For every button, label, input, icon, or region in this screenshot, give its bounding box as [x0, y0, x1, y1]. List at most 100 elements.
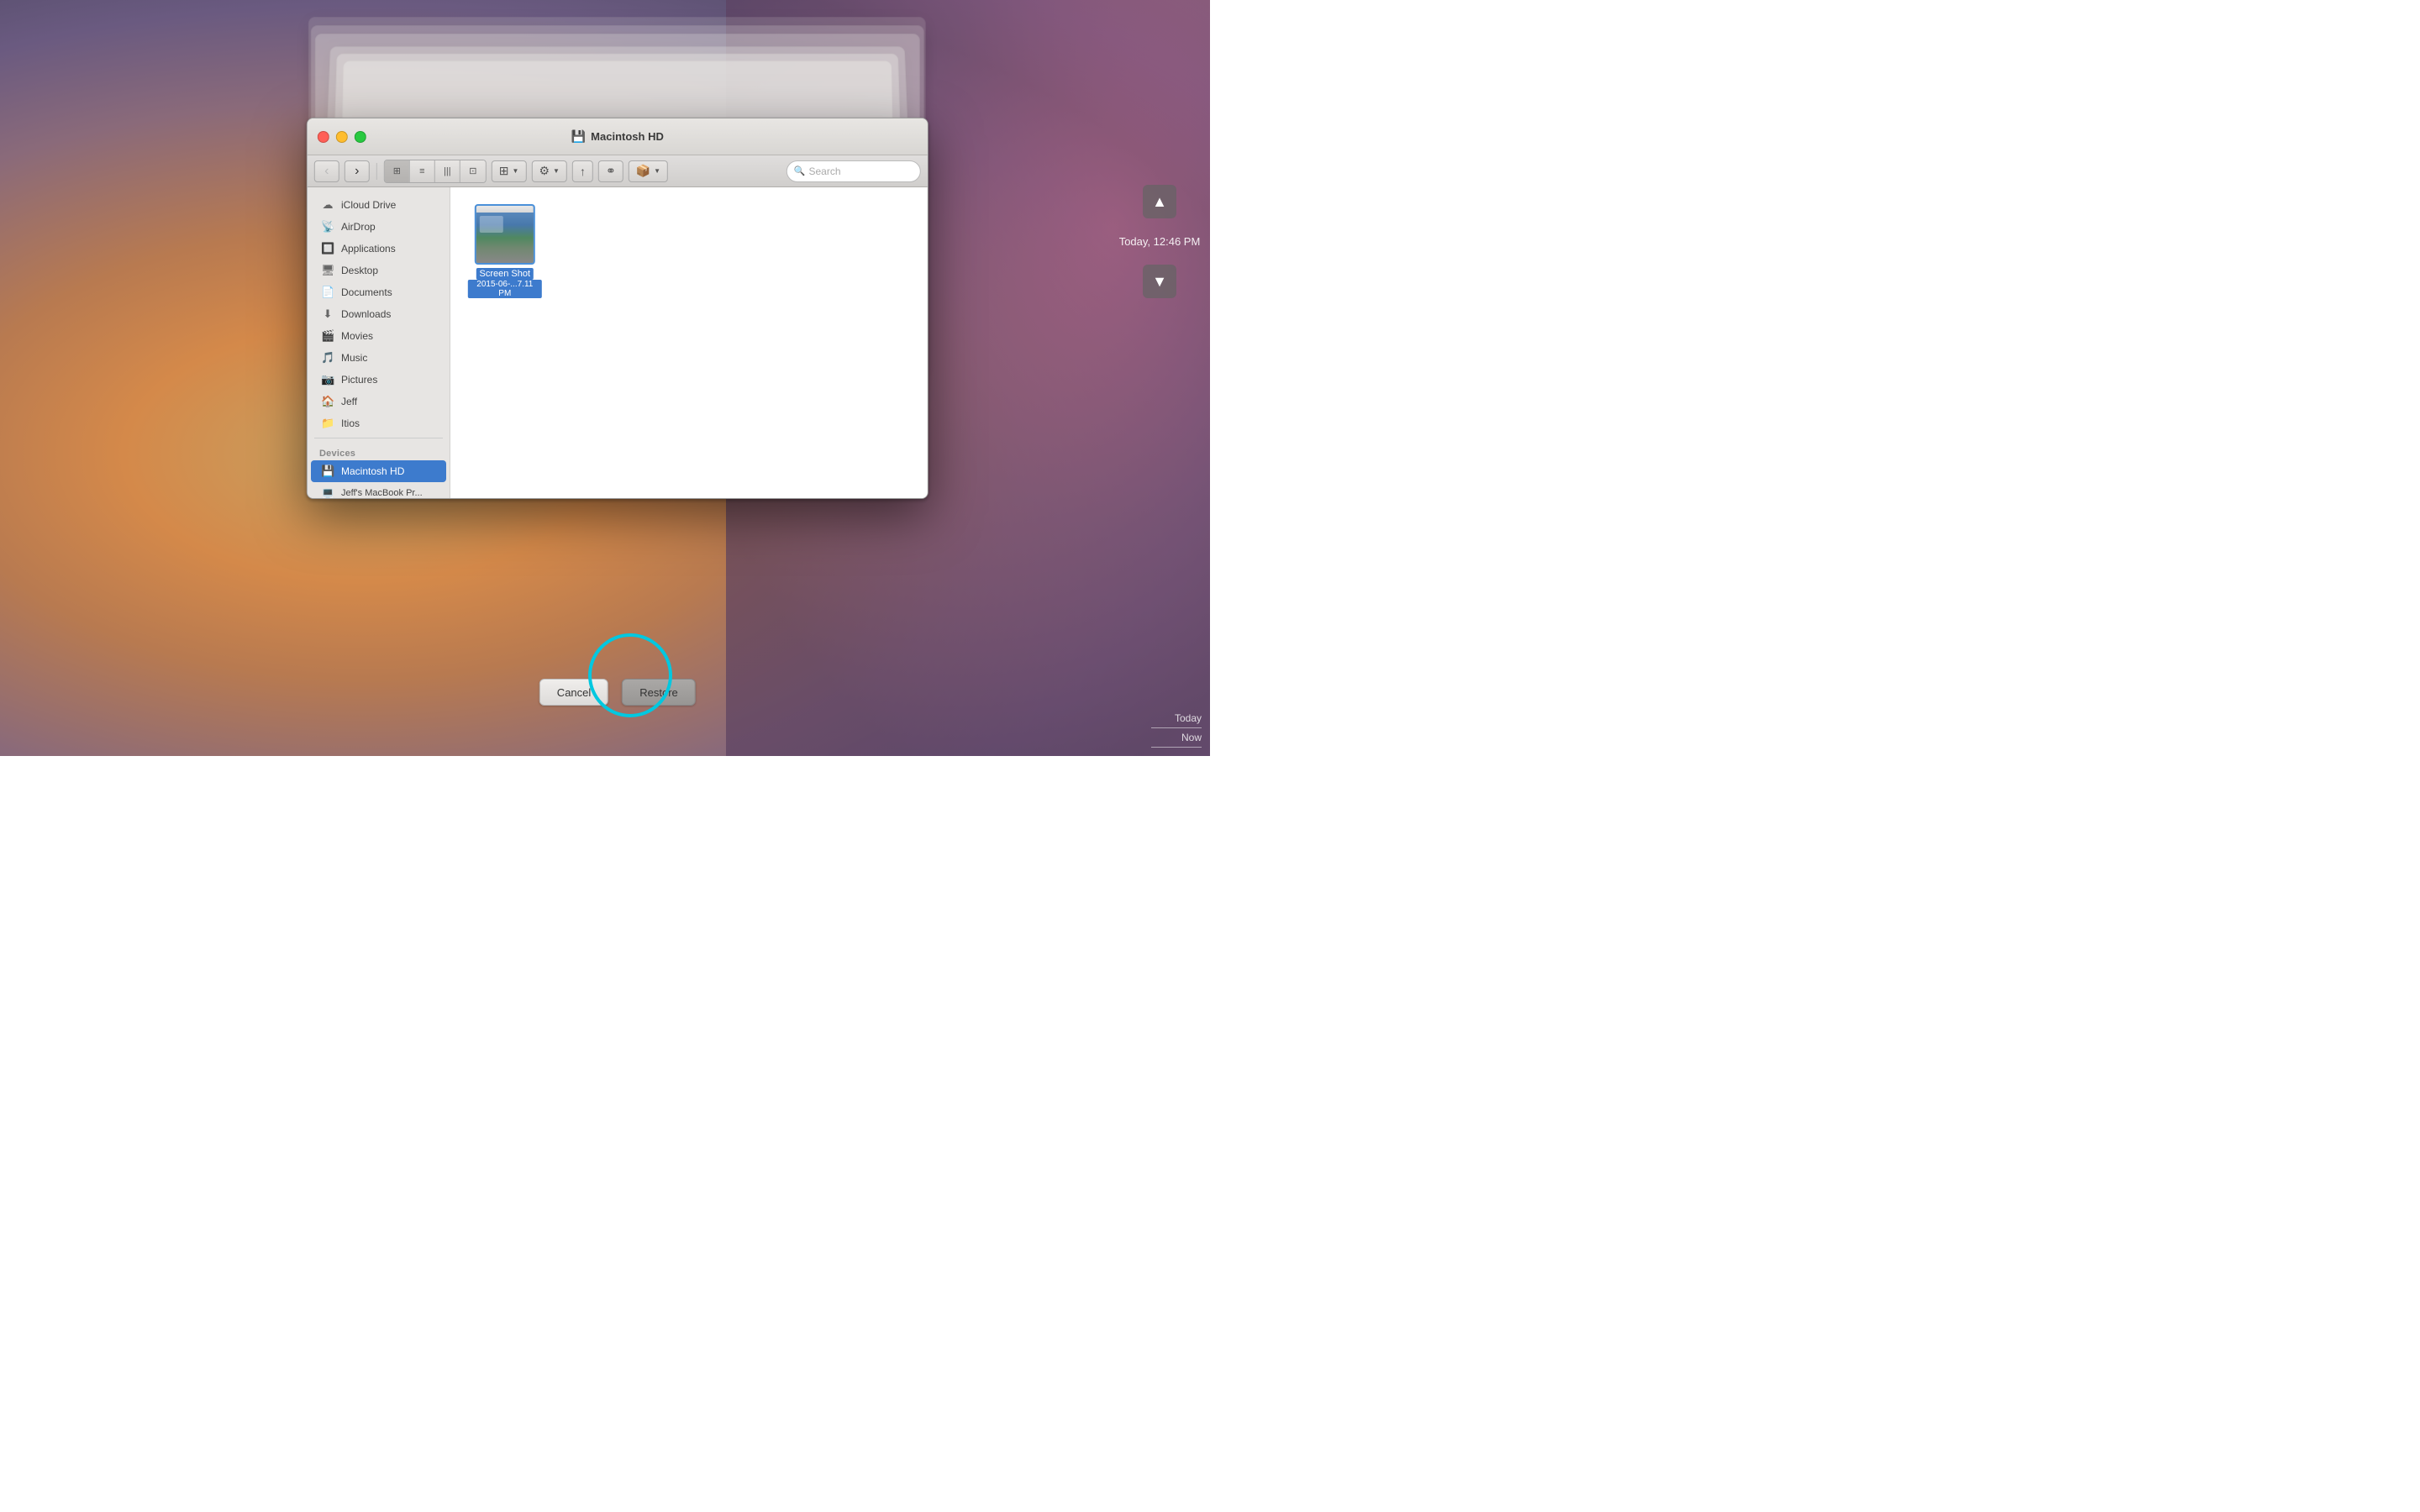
share-icon: ↑ [580, 165, 586, 178]
sidebar-item-jeff[interactable]: 🏠 Jeff [311, 391, 446, 412]
movies-icon: 🎬 [321, 329, 334, 343]
pictures-icon: 📷 [321, 373, 334, 386]
itios-label: Itios [341, 417, 360, 429]
jeffs-macbook-label: Jeff's MacBook Pr... [341, 488, 423, 498]
toolbar: ‹ › ⊞ ≡ ||| ⊡ ⊞ ▼ ⚙ ▼ [308, 155, 928, 187]
desktop-label: Desktop [341, 265, 378, 276]
scroll-up-button[interactable]: ▲ [1143, 185, 1176, 218]
airdrop-label: AirDrop [341, 221, 376, 233]
arrange-chevron-icon: ▼ [513, 167, 519, 175]
jeff-icon: 🏠 [321, 395, 334, 408]
dropbox-chevron-icon: ▼ [654, 167, 660, 175]
arrange-icon: ⊞ [499, 164, 509, 178]
today-label: Today [1175, 712, 1202, 724]
back-arrow-icon: ‹ [324, 164, 329, 179]
traffic-lights [318, 131, 366, 143]
file-name-label: Screen Shot [476, 268, 534, 280]
sidebar-item-applications[interactable]: 🔲 Applications [311, 238, 446, 260]
column-view-button[interactable]: ||| [435, 160, 460, 182]
main-content: Screen Shot 2015-06-...7.11 PM [450, 187, 928, 498]
action-button[interactable]: ⚙ ▼ [531, 160, 566, 182]
icon-view-button[interactable]: ⊞ [385, 160, 410, 182]
sidebar-item-macintosh-hd[interactable]: 💾 Macintosh HD [311, 460, 446, 482]
timeline-line-now [1151, 747, 1202, 748]
desktop-icon: 🖥 [321, 264, 334, 277]
icon-view-icon: ⊞ [393, 165, 401, 176]
sidebar-item-itios[interactable]: 📁 Itios [311, 412, 446, 434]
dropbox-button[interactable]: 📦 ▼ [629, 160, 668, 182]
macintosh-hd-label: Macintosh HD [341, 465, 404, 477]
maximize-button[interactable] [355, 131, 366, 143]
icloud-label: iCloud Drive [341, 199, 396, 211]
downloads-label: Downloads [341, 308, 391, 320]
window-body: ☁ iCloud Drive 📡 AirDrop 🔲 Applications … [308, 187, 928, 498]
sidebar-item-jeffs-macbook[interactable]: 💻 Jeff's MacBook Pr... [311, 482, 446, 498]
toolbar-sep-1 [376, 163, 377, 180]
dropbox-icon: 📦 [636, 164, 650, 178]
devices-header: Devices [308, 442, 450, 460]
jeffs-macbook-icon: 💻 [321, 486, 334, 498]
title-bar: 💾 Macintosh HD [308, 118, 928, 155]
movies-label: Movies [341, 330, 373, 342]
file-grid: Screen Shot 2015-06-...7.11 PM [467, 204, 911, 298]
file-date-label: 2015-06-...7.11 PM [468, 280, 542, 298]
sidebar-item-icloud-drive[interactable]: ☁ iCloud Drive [311, 194, 446, 216]
gear-chevron-icon: ▼ [553, 167, 560, 175]
documents-icon: 📄 [321, 286, 334, 299]
timeline-line-today [1151, 727, 1202, 728]
sidebar-item-desktop[interactable]: 🖥 Desktop [311, 260, 446, 281]
hd-icon: 💾 [571, 129, 586, 144]
sidebar-item-documents[interactable]: 📄 Documents [311, 281, 446, 303]
cancel-button[interactable]: Cancel [539, 679, 608, 706]
applications-icon: 🔲 [321, 242, 334, 255]
screenshot-preview [476, 206, 534, 263]
music-icon: 🎵 [321, 351, 334, 365]
music-label: Music [341, 352, 367, 364]
view-mode-buttons: ⊞ ≡ ||| ⊡ [384, 160, 487, 183]
airdrop-icon: 📡 [321, 220, 334, 234]
window-title: 💾 Macintosh HD [571, 129, 664, 144]
share-button[interactable]: ↑ [572, 160, 593, 182]
down-arrow-icon: ▼ [1152, 273, 1167, 291]
icloud-icon: ☁ [321, 198, 334, 212]
gear-icon: ⚙ [539, 164, 550, 178]
downloads-icon: ⬇ [321, 307, 334, 321]
minimize-button[interactable] [336, 131, 348, 143]
tag-icon: ⚭ [606, 164, 616, 178]
pictures-label: Pictures [341, 374, 377, 386]
sidebar-item-downloads[interactable]: ⬇ Downloads [311, 303, 446, 325]
sidebar-item-airdrop[interactable]: 📡 AirDrop [311, 216, 446, 238]
finder-window: 💾 Macintosh HD ‹ › ⊞ ≡ ||| ⊡ [307, 118, 929, 499]
itios-icon: 📁 [321, 417, 334, 430]
search-icon: 🔍 [794, 165, 806, 176]
forward-arrow-icon: › [355, 164, 359, 179]
close-button[interactable] [318, 131, 329, 143]
now-label: Now [1181, 732, 1202, 743]
scroll-down-button[interactable]: ▼ [1143, 265, 1176, 298]
restore-button[interactable]: Restore [622, 679, 696, 706]
jeff-label: Jeff [341, 396, 357, 407]
bottom-timeline: Today Now [1109, 704, 1210, 756]
bottom-buttons: Cancel Restore [307, 679, 929, 706]
coverflow-view-button[interactable]: ⊡ [460, 160, 486, 182]
arrange-button[interactable]: ⊞ ▼ [492, 160, 527, 182]
file-item-screenshot[interactable]: Screen Shot 2015-06-...7.11 PM [467, 204, 543, 298]
sidebar-item-music[interactable]: 🎵 Music [311, 347, 446, 369]
list-view-button[interactable]: ≡ [410, 160, 435, 182]
up-arrow-icon: ▲ [1152, 193, 1167, 211]
coverflow-icon: ⊡ [469, 165, 476, 176]
right-panel: ▲ Today, 12:46 PM ▼ [1109, 0, 1210, 756]
column-view-icon: ||| [444, 166, 451, 176]
forward-button[interactable]: › [345, 160, 370, 182]
file-thumbnail-screenshot [475, 204, 535, 265]
sidebar-item-movies[interactable]: 🎬 Movies [311, 325, 446, 347]
documents-label: Documents [341, 286, 392, 298]
macintosh-hd-icon: 💾 [321, 465, 334, 478]
applications-label: Applications [341, 243, 396, 255]
list-view-icon: ≡ [419, 166, 424, 176]
search-placeholder: Search [809, 165, 841, 177]
sidebar-item-pictures[interactable]: 📷 Pictures [311, 369, 446, 391]
search-box[interactable]: 🔍 Search [786, 160, 921, 182]
back-button[interactable]: ‹ [314, 160, 339, 182]
tag-button[interactable]: ⚭ [598, 160, 623, 182]
